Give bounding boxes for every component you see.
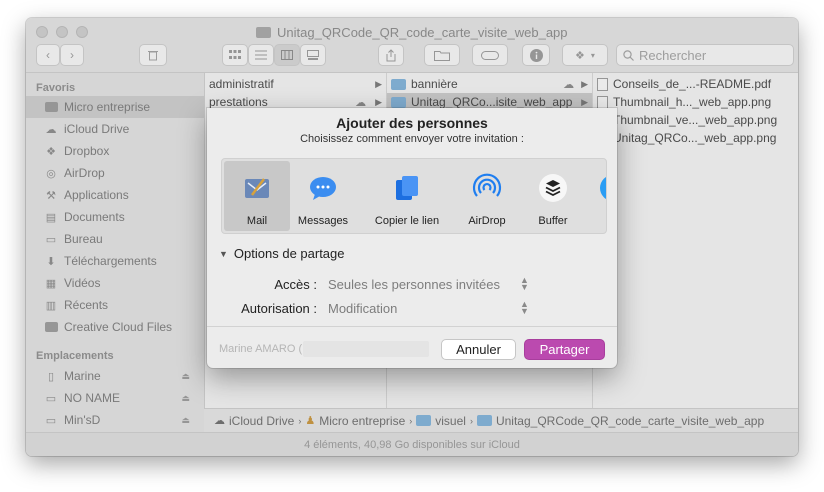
permission-updown-icon[interactable]: ▲ ▼	[520, 300, 529, 316]
service-copy-link[interactable]: Copier le lien	[368, 161, 446, 231]
service-messages[interactable]: Messages	[290, 161, 356, 231]
sheet-subtitle: Choisissez comment envoyer votre invitat…	[300, 133, 524, 145]
messages-icon	[306, 171, 340, 205]
share-services-strip: Mail Messages Copier le lien AirDrop Buf…	[221, 158, 607, 234]
service-airdrop[interactable]: AirDrop	[454, 161, 520, 231]
sheet-title: Ajouter des personnes	[336, 115, 488, 131]
sheet-footer: Marine AMARO ( Annuler Partager	[207, 326, 617, 369]
buffer-icon	[536, 171, 570, 205]
add-people-sheet: Ajouter des personnes Choisissez comment…	[207, 108, 617, 368]
access-label: Accès :	[274, 277, 317, 292]
cancel-button[interactable]: Annuler	[441, 339, 516, 360]
copy-link-icon	[390, 171, 424, 205]
owner-name: Marine AMARO (	[219, 343, 303, 355]
access-updown-icon[interactable]: ▲ ▼	[520, 276, 529, 292]
redacted-email	[303, 341, 429, 357]
share-confirm-button[interactable]: Partager	[524, 339, 605, 360]
sharing-options-toggle[interactable]: ▼ Options de partage	[219, 246, 345, 261]
service-twitter[interactable]: Tw	[580, 161, 606, 231]
permission-label: Autorisation :	[241, 301, 317, 316]
mail-icon	[240, 171, 274, 205]
twitter-icon	[596, 171, 606, 205]
service-mail[interactable]: Mail	[224, 161, 290, 231]
disclosure-triangle-icon: ▼	[219, 248, 228, 259]
permission-popup[interactable]: Modification	[328, 301, 397, 316]
airdrop-icon	[470, 171, 504, 205]
access-popup[interactable]: Seules les personnes invitées	[328, 277, 500, 292]
service-buffer[interactable]: Buffer	[520, 161, 586, 231]
